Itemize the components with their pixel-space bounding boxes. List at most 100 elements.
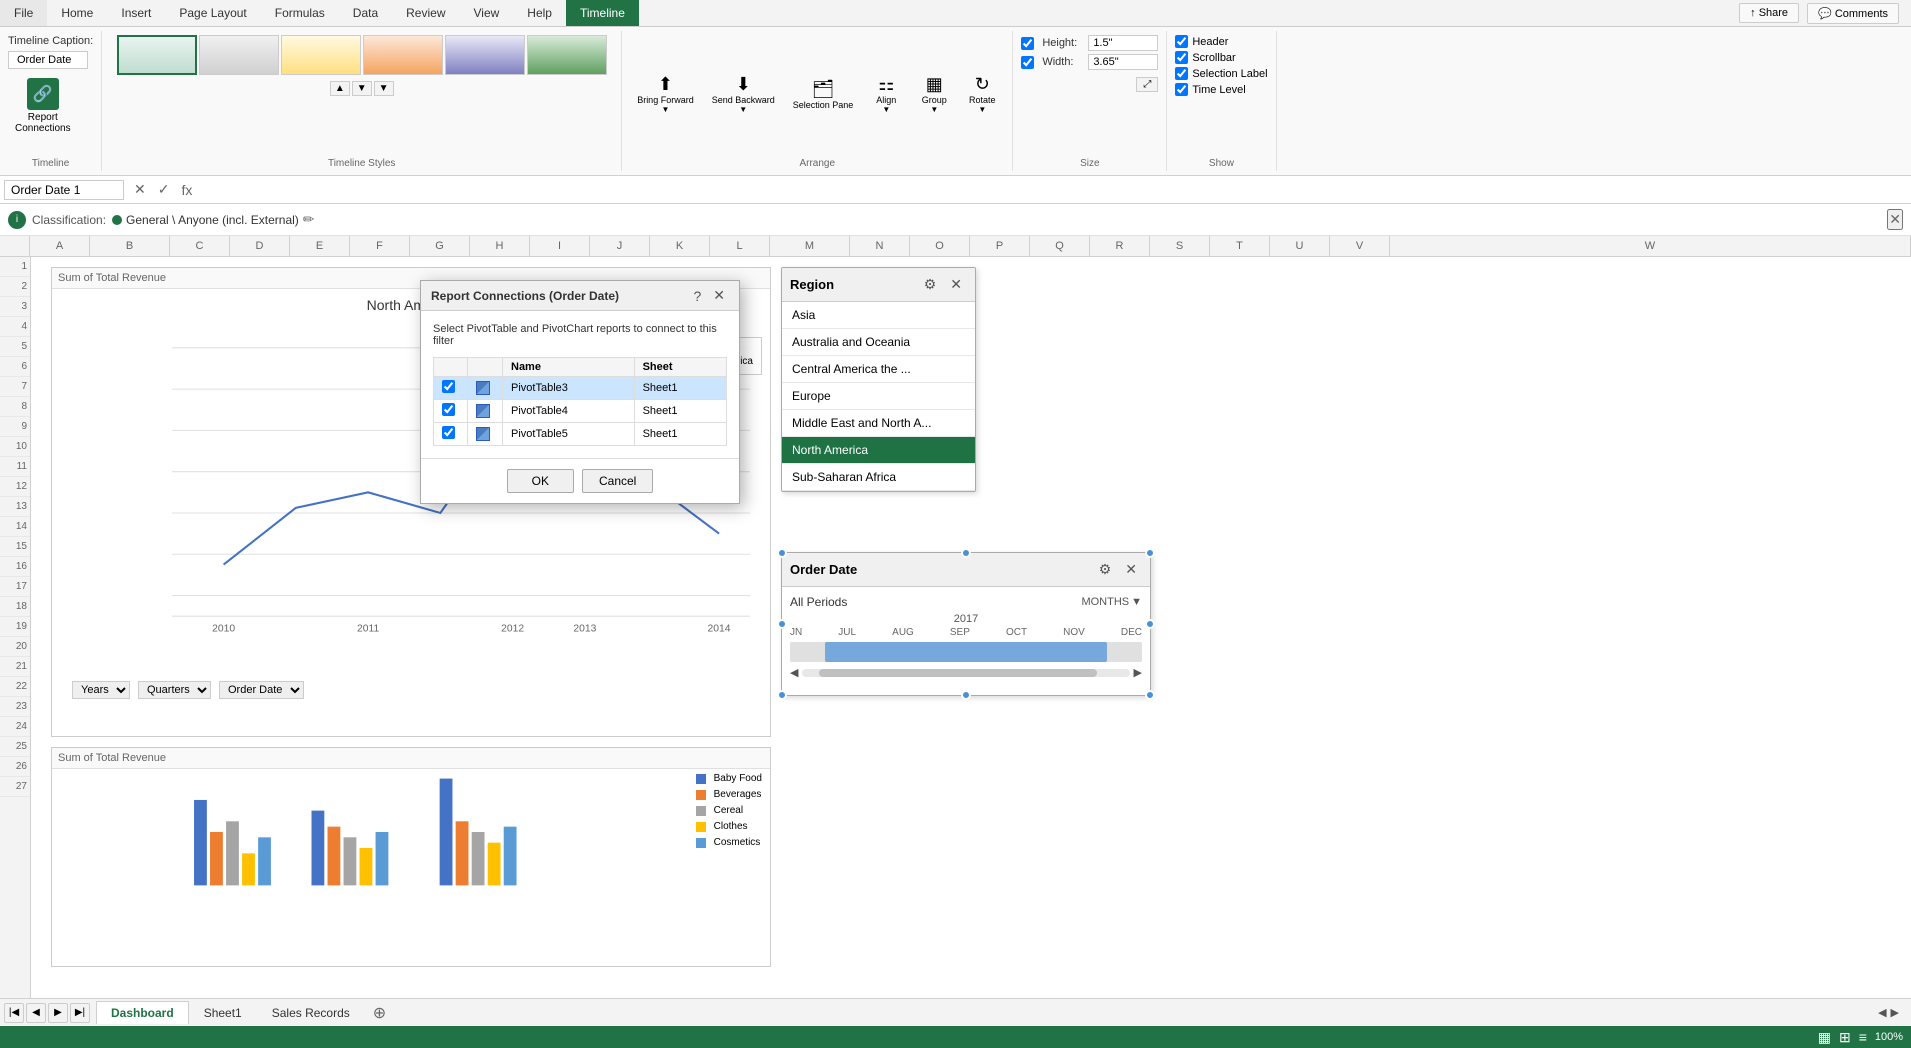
row-7[interactable]: 7 (0, 377, 30, 397)
classification-close-button[interactable]: ✕ (1887, 209, 1903, 230)
row-24[interactable]: 24 (0, 717, 30, 737)
col-Q[interactable]: Q (1030, 236, 1090, 256)
report-connections-button[interactable]: 🔗 ReportConnections (8, 73, 78, 139)
row-14[interactable]: 14 (0, 517, 30, 537)
col-M[interactable]: M (770, 236, 850, 256)
selection-pane-button[interactable]: 🗂 Selection Pane (786, 74, 861, 115)
bring-forward-button[interactable]: ⬆ Bring Forward ▼ (630, 69, 701, 119)
col-H[interactable]: H (470, 236, 530, 256)
dialog-ok-button[interactable]: OK (507, 469, 574, 493)
dialog-cancel-button[interactable]: Cancel (582, 469, 653, 493)
tab-formulas[interactable]: Formulas (261, 0, 339, 26)
tab-page-layout[interactable]: Page Layout (165, 0, 260, 26)
col-S[interactable]: S (1150, 236, 1210, 256)
col-A[interactable]: A (30, 236, 90, 256)
timeline-scroll-track[interactable] (802, 669, 1129, 677)
style-item-6[interactable] (527, 35, 607, 75)
timeline-resize-corner-br[interactable] (1145, 690, 1155, 700)
view-page-btn[interactable]: ⊞ (1839, 1029, 1851, 1046)
slicer-item-sub-saharan[interactable]: Sub-Saharan Africa (782, 464, 975, 491)
formula-input[interactable] (198, 181, 1907, 199)
col-E[interactable]: E (290, 236, 350, 256)
row-6[interactable]: 6 (0, 357, 30, 377)
rotate-button[interactable]: ↻ Rotate ▼ (960, 69, 1004, 119)
row-19[interactable]: 19 (0, 617, 30, 637)
row-22[interactable]: 22 (0, 677, 30, 697)
sheet-tab-sheet1[interactable]: Sheet1 (189, 1001, 257, 1024)
timeline-resize-corner-tl[interactable] (777, 548, 787, 558)
formula-insert-btn[interactable]: fx (175, 180, 198, 200)
sheet-tab-dashboard[interactable]: Dashboard (96, 1001, 189, 1024)
share-button[interactable]: ↑ Share (1739, 3, 1799, 23)
row-27[interactable]: 27 (0, 777, 30, 797)
slicer-item-north-america[interactable]: North America (782, 437, 975, 464)
row-12[interactable]: 12 (0, 477, 30, 497)
timeline-scroll-thumb[interactable] (819, 669, 1097, 677)
col-G[interactable]: G (410, 236, 470, 256)
sheet-tab-sales-records[interactable]: Sales Records (257, 1001, 365, 1024)
table-row-3[interactable]: PivotTable5 Sheet1 (434, 423, 727, 446)
col-O[interactable]: O (910, 236, 970, 256)
order-date-dropdown[interactable]: Order Date (219, 681, 304, 699)
row-9[interactable]: 9 (0, 417, 30, 437)
col-J[interactable]: J (590, 236, 650, 256)
quarters-dropdown[interactable]: Quarters (138, 681, 211, 699)
report-connections-dialog[interactable]: Report Connections (Order Date) ? ✕ Sele… (420, 280, 740, 504)
group-button[interactable]: ▦ Group ▼ (912, 69, 956, 119)
col-D[interactable]: D (230, 236, 290, 256)
width-lock[interactable] (1021, 56, 1034, 69)
col-F[interactable]: F (350, 236, 410, 256)
slicer-multiselect-btn[interactable]: ⚙ (919, 274, 942, 295)
timeline-resize-corner-tr[interactable] (1145, 548, 1155, 558)
sheet-nav-next[interactable]: ▶ (48, 1003, 68, 1023)
slicer-item-middle-east[interactable]: Middle East and North A... (782, 410, 975, 437)
timeline-resize-top[interactable] (961, 548, 971, 558)
align-button[interactable]: ⚏ Align ▼ (864, 69, 908, 119)
row-15[interactable]: 15 (0, 537, 30, 557)
timeline-resize-left[interactable] (777, 619, 787, 629)
tab-file[interactable]: File (0, 0, 47, 26)
table-row-2[interactable]: PivotTable4 Sheet1 (434, 400, 727, 423)
caption-value[interactable]: Order Date (8, 51, 88, 69)
row-23[interactable]: 23 (0, 697, 30, 717)
row-11[interactable]: 11 (0, 457, 30, 477)
timeline-months-dropdown[interactable]: MONTHS ▼ (1081, 596, 1142, 608)
row-10[interactable]: 10 (0, 437, 30, 457)
styles-scroll-up[interactable]: ▲ (330, 81, 350, 96)
scroll-right-btn[interactable]: ▶ (1891, 1006, 1899, 1019)
sheet-nav-last[interactable]: ▶| (70, 1003, 90, 1023)
style-item-3[interactable] (281, 35, 361, 75)
slicer-item-central-america[interactable]: Central America the ... (782, 356, 975, 383)
slicer-clear-btn[interactable]: ✕ (945, 274, 967, 295)
height-lock[interactable] (1021, 37, 1034, 50)
col-T[interactable]: T (1210, 236, 1270, 256)
tab-review[interactable]: Review (392, 0, 459, 26)
send-backward-button[interactable]: ⬇ Send Backward ▼ (705, 69, 782, 119)
style-item-2[interactable] (199, 35, 279, 75)
comments-button[interactable]: 💬 Comments (1807, 3, 1899, 24)
view-normal-btn[interactable]: ▦ (1818, 1029, 1831, 1046)
col-N[interactable]: N (850, 236, 910, 256)
row-20[interactable]: 20 (0, 637, 30, 657)
size-dialog-launcher[interactable]: ⤢ (1136, 77, 1158, 92)
col-I[interactable]: I (530, 236, 590, 256)
table-row-1[interactable]: PivotTable3 Sheet1 (434, 377, 727, 400)
style-item-4[interactable] (363, 35, 443, 75)
row-4[interactable]: 4 (0, 317, 30, 337)
styles-dropdown[interactable]: ▼ (374, 81, 394, 96)
col-C[interactable]: C (170, 236, 230, 256)
style-item-5[interactable] (445, 35, 525, 75)
row3-checkbox[interactable] (442, 426, 455, 439)
tab-view[interactable]: View (460, 0, 514, 26)
timeline-scroll-right[interactable]: ▶ (1134, 666, 1142, 679)
dialog-help-button[interactable]: ? (689, 288, 705, 304)
dialog-close-button[interactable]: ✕ (709, 287, 729, 304)
col-U[interactable]: U (1270, 236, 1330, 256)
width-input[interactable] (1088, 54, 1158, 70)
header-checkbox[interactable] (1175, 35, 1188, 48)
row-26[interactable]: 26 (0, 757, 30, 777)
timeline-clear-btn[interactable]: ✕ (1120, 559, 1142, 580)
slicer-item-asia[interactable]: Asia (782, 302, 975, 329)
tab-insert[interactable]: Insert (107, 0, 165, 26)
col-R[interactable]: R (1090, 236, 1150, 256)
